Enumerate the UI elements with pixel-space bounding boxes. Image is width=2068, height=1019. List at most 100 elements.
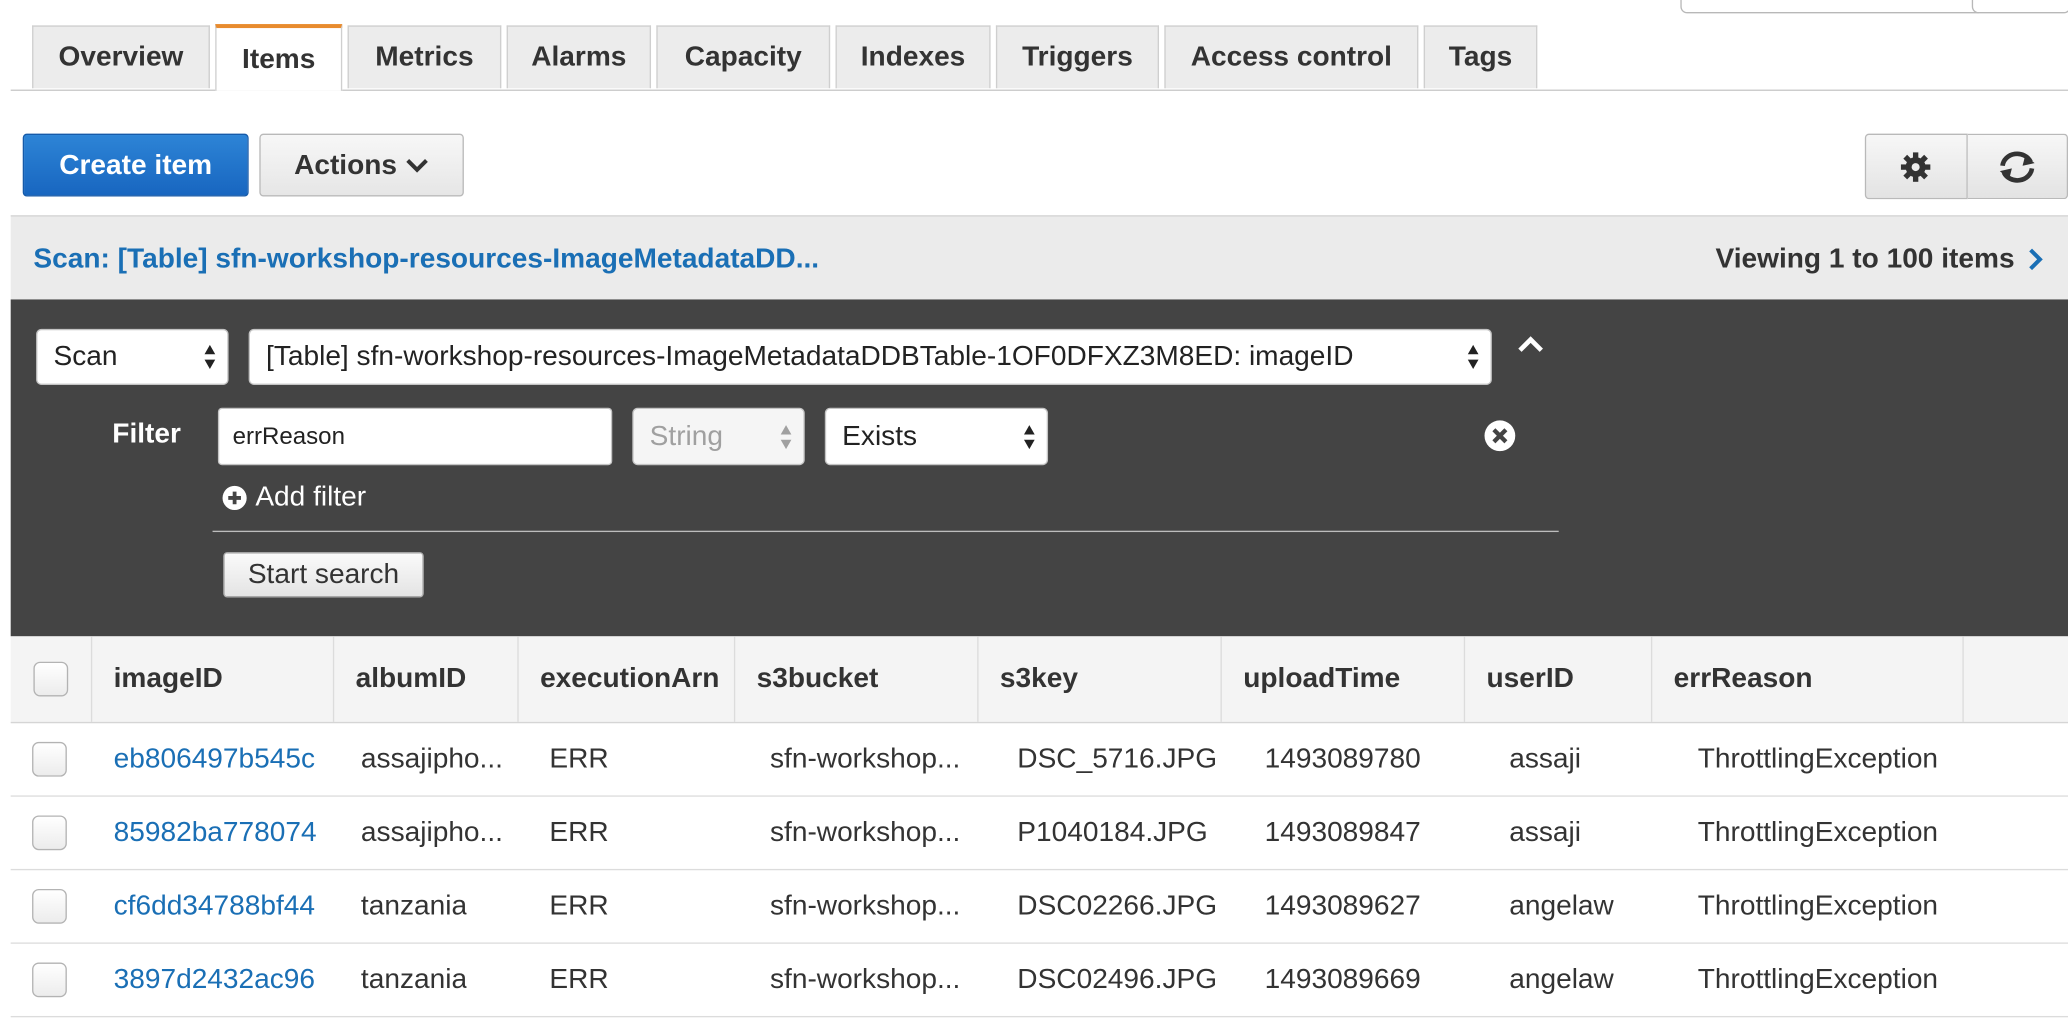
operation-select[interactable]: Scan (36, 328, 229, 385)
cell-s3key: DSC_5716.JPG (1017, 743, 1218, 775)
cell-s3key: DSC02266.JPG (1017, 890, 1218, 922)
tab-bar: Overview Items Metrics Alarms Capacity I… (10, 24, 2068, 91)
table-row[interactable]: cf6dd34788bf44 tanzania ERR sfn-workshop… (10, 870, 2068, 944)
scan-query-panel: Scan [Table] sfn-workshop-resources-Imag… (10, 299, 2068, 637)
filter-condition-value: Exists (842, 420, 918, 452)
panel-divider (212, 530, 1559, 533)
cell-albumid: assajipho... (360, 743, 503, 775)
scan-summary-bar[interactable]: Scan: [Table] sfn-workshop-resources-Ima… (10, 215, 2068, 301)
imageid-link[interactable]: cf6dd34788bf44 (114, 870, 324, 942)
tab-access-control[interactable]: Access control (1164, 25, 1419, 89)
cell-s3key: DSC02496.JPG (1017, 963, 1218, 995)
row-checkbox[interactable] (32, 962, 67, 998)
filter-attribute-value: errReason (232, 422, 345, 450)
settings-button[interactable] (1864, 133, 1968, 200)
cell-uploadtime: 1493089669 (1264, 963, 1421, 995)
filter-type-value: String (649, 420, 724, 452)
top-button-group-fragment[interactable] (1680, 0, 1984, 14)
column-header-userid[interactable]: userID (1465, 636, 1653, 722)
column-header-s3bucket[interactable]: s3bucket (735, 636, 979, 722)
chevron-right-icon[interactable] (2028, 247, 2044, 271)
items-table: imageID albumID executionArn s3bucket s3… (10, 636, 2068, 1018)
row-checkbox[interactable] (32, 888, 67, 924)
filter-label: Filter (112, 418, 181, 450)
column-header-uploadtime[interactable]: uploadTime (1222, 636, 1466, 722)
table-select[interactable]: [Table] sfn-workshop-resources-ImageMeta… (248, 328, 1492, 385)
imageid-link[interactable]: 3897d2432ac96 (114, 944, 324, 1016)
cell-s3key: P1040184.JPG (1017, 816, 1208, 848)
filter-attribute-input[interactable]: errReason (217, 407, 613, 466)
cell-userid: assaji (1509, 743, 1582, 775)
cell-userid: angelaw (1509, 890, 1614, 922)
column-header-executionarn[interactable]: executionArn (519, 636, 736, 722)
cell-uploadtime: 1493089780 (1264, 743, 1421, 775)
table-select-value: [Table] sfn-workshop-resources-ImageMeta… (266, 340, 1354, 372)
actions-label: Actions (294, 149, 398, 180)
tab-triggers[interactable]: Triggers (995, 25, 1160, 89)
gear-icon (1901, 151, 1931, 182)
select-all-cell (11, 636, 93, 722)
refresh-icon (1999, 150, 2035, 183)
table-row[interactable]: 3897d2432ac96 tanzania ERR sfn-workshop.… (10, 944, 2068, 1018)
cell-executionarn: ERR (549, 816, 609, 848)
table-row[interactable]: eb806497b545c assajipho... ERR sfn-works… (10, 723, 2068, 797)
scan-summary-title[interactable]: Scan: [Table] sfn-workshop-resources-Ima… (33, 243, 819, 275)
plus-circle-icon (222, 485, 247, 510)
select-arrows-icon (780, 424, 792, 449)
row-checkbox[interactable] (32, 815, 67, 851)
column-header-imageid[interactable]: imageID (92, 636, 335, 722)
collapse-panel-button[interactable] (1516, 336, 1545, 361)
column-header-s3key[interactable]: s3key (979, 636, 1222, 722)
tab-metrics[interactable]: Metrics (347, 25, 502, 89)
cell-s3bucket: sfn-workshop... (769, 963, 961, 995)
cell-executionarn: ERR (549, 890, 609, 922)
column-header-errreason[interactable]: errReason (1652, 636, 1964, 722)
remove-filter-button[interactable] (1484, 420, 1516, 459)
imageid-link[interactable]: 85982ba778074 (114, 797, 324, 869)
chevron-up-icon (1518, 336, 1543, 352)
cell-executionarn: ERR (549, 743, 609, 775)
tab-alarms[interactable]: Alarms (506, 25, 652, 89)
cell-uploadtime: 1493089847 (1264, 816, 1421, 848)
cell-albumid: tanzania (360, 890, 468, 922)
tab-overview[interactable]: Overview (32, 25, 210, 89)
tab-indexes[interactable]: Indexes (835, 25, 991, 89)
viewing-count: Viewing 1 to 100 items (1715, 243, 2015, 275)
tab-items[interactable]: Items (215, 24, 343, 91)
cell-s3bucket: sfn-workshop... (769, 743, 961, 775)
cell-s3bucket: sfn-workshop... (769, 890, 961, 922)
chevron-down-icon (406, 158, 428, 172)
table-row[interactable]: 85982ba778074 assajipho... ERR sfn-works… (10, 797, 2068, 871)
operation-value: Scan (53, 340, 118, 372)
refresh-button[interactable] (1967, 133, 2068, 200)
filter-type-select[interactable]: String (632, 407, 805, 466)
cell-errreason: ThrottlingException (1697, 743, 1939, 775)
pagination-status: Viewing 1 to 100 items (1716, 243, 2044, 275)
table-header: imageID albumID executionArn s3bucket s3… (10, 636, 2068, 724)
dynamodb-items-page: Overview Items Metrics Alarms Capacity I… (0, 0, 2068, 1019)
column-header-albumid[interactable]: albumID (334, 636, 519, 722)
select-arrows-icon (1467, 344, 1479, 369)
row-checkbox[interactable] (32, 741, 67, 777)
close-circle-icon (1484, 420, 1516, 452)
actions-dropdown-button[interactable]: Actions (259, 133, 464, 197)
select-all-checkbox[interactable] (33, 661, 69, 697)
select-arrows-icon (1023, 424, 1035, 449)
cell-albumid: tanzania (360, 963, 468, 995)
top-button-fragment[interactable] (1971, 0, 2068, 14)
imageid-link[interactable]: eb806497b545c (114, 723, 324, 795)
tab-tags[interactable]: Tags (1423, 25, 1538, 89)
cell-errreason: ThrottlingException (1697, 963, 1939, 995)
cell-s3bucket: sfn-workshop... (769, 816, 961, 848)
start-search-button[interactable]: Start search (223, 552, 424, 598)
filter-condition-select[interactable]: Exists (824, 407, 1049, 466)
select-arrows-icon (204, 344, 216, 369)
cell-userid: assaji (1509, 816, 1582, 848)
cell-uploadtime: 1493089627 (1264, 890, 1421, 922)
cell-errreason: ThrottlingException (1697, 890, 1939, 922)
create-item-button[interactable]: Create item (22, 133, 249, 197)
cell-errreason: ThrottlingException (1697, 816, 1939, 848)
cell-executionarn: ERR (549, 963, 609, 995)
add-filter-link[interactable]: Add filter (222, 481, 366, 513)
tab-capacity[interactable]: Capacity (656, 25, 831, 89)
